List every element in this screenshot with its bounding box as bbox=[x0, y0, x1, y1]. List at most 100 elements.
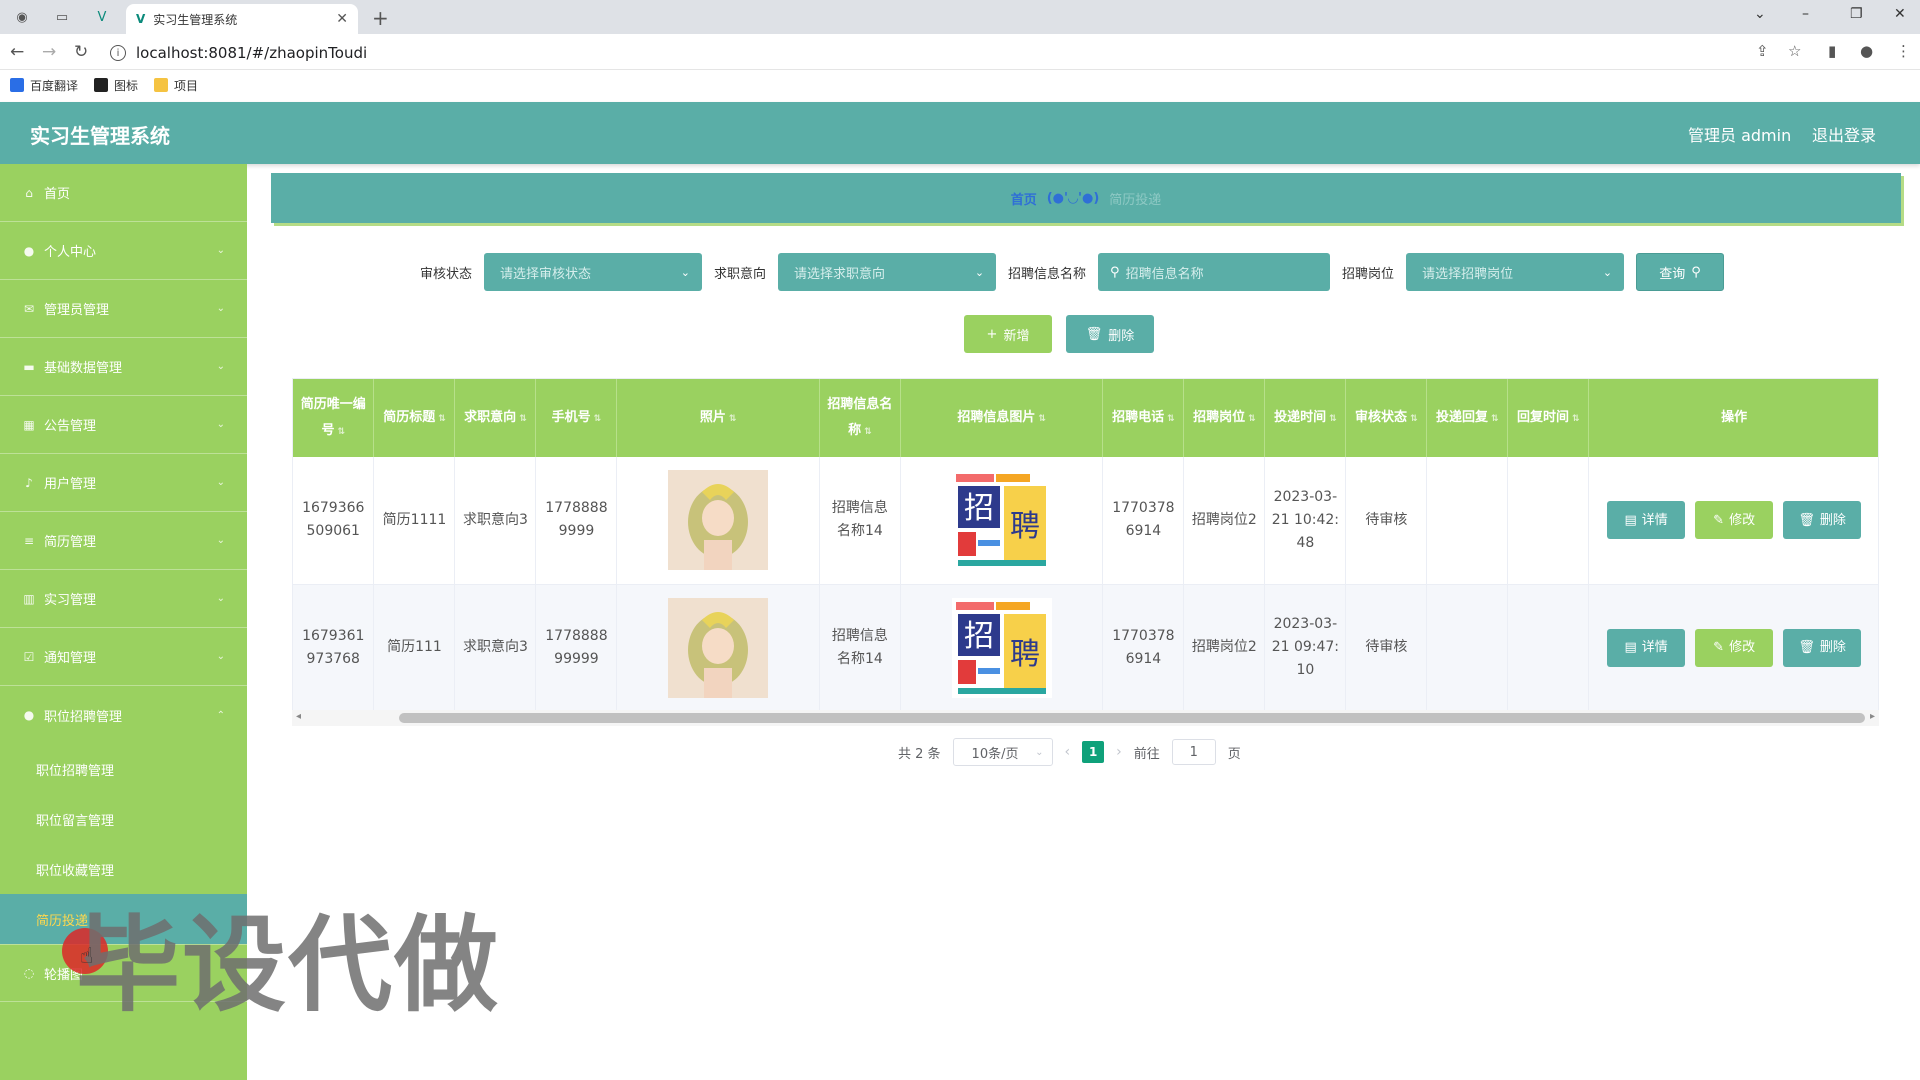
bookmark-item[interactable]: 图标 bbox=[94, 77, 138, 94]
data-table: 简历唯一编号 ⇅ 简历标题 ⇅ 求职意向 ⇅ 手机号 ⇅ 照片 ⇅ 招聘信息名称 ⇅ 招聘信… bbox=[292, 378, 1879, 726]
col-header-time[interactable]: 投递时间 ⇅ bbox=[1264, 379, 1347, 457]
back-icon[interactable]: ← bbox=[10, 42, 24, 62]
batch-delete-button[interactable]: 🗑 删除 bbox=[1066, 315, 1154, 353]
next-page-icon[interactable]: › bbox=[1116, 744, 1122, 760]
scroll-right-icon[interactable]: ▸ bbox=[1870, 711, 1875, 722]
reload-icon[interactable]: ↻ bbox=[74, 42, 88, 62]
sidebar-item-admin[interactable]: ✉ 管理员管理 ⌄ bbox=[0, 280, 247, 338]
delete-label: 删除 bbox=[1819, 640, 1846, 655]
breadcrumb-home[interactable]: 首页 bbox=[1011, 189, 1037, 208]
prev-page-icon[interactable]: ‹ bbox=[1065, 744, 1071, 760]
add-button[interactable]: + 新增 bbox=[964, 315, 1052, 353]
search-icon: ⚲ bbox=[1691, 264, 1701, 280]
sidebar-item-home[interactable]: ⌂ 首页 bbox=[0, 164, 247, 222]
pencil-icon: ✎ bbox=[1713, 512, 1725, 528]
sidebar-item-label: 职位招聘管理 bbox=[44, 709, 123, 725]
site-info-icon[interactable]: i bbox=[110, 45, 126, 61]
col-header-recruit-phone[interactable]: 招聘电话 ⇅ bbox=[1102, 379, 1185, 457]
page-size-select[interactable]: 10条/页 ⌄ bbox=[952, 738, 1053, 766]
new-tab-icon[interactable]: + bbox=[372, 6, 389, 30]
chevron-down-icon: ⌄ bbox=[216, 361, 225, 372]
scroll-left-icon[interactable]: ◂ bbox=[296, 711, 301, 722]
pagination: 共 2 条 10条/页 ⌄ ‹ 1 › 前往 1 页 bbox=[898, 738, 1241, 766]
sidebar-item-label: 公告管理 bbox=[44, 419, 97, 434]
sidebar-item-notice[interactable]: ▦ 公告管理 ⌄ bbox=[0, 396, 247, 454]
resume-photo[interactable] bbox=[668, 597, 769, 698]
close-tab-icon[interactable]: ✕ bbox=[336, 11, 348, 27]
chevron-down-icon: ⌄ bbox=[216, 651, 225, 662]
list-icon: ≡ bbox=[23, 533, 35, 548]
tab-search-icon[interactable]: ⌄ bbox=[1754, 6, 1766, 22]
goto-page-input[interactable]: 1 bbox=[1171, 739, 1216, 765]
cell-photo bbox=[616, 457, 820, 585]
scrollbar-thumb[interactable] bbox=[399, 713, 1865, 723]
edit-button[interactable]: ✎ 修改 bbox=[1695, 628, 1774, 667]
info-name-placeholder: 招聘信息名称 bbox=[1125, 266, 1204, 282]
carousel-icon: ◌ bbox=[23, 966, 35, 980]
horizontal-scrollbar[interactable]: ◂ ▸ bbox=[292, 710, 1879, 726]
edit-button[interactable]: ✎ 修改 bbox=[1695, 501, 1774, 540]
profile-icon[interactable]: ● bbox=[1860, 42, 1873, 60]
sidepanel-icon[interactable]: ▮ bbox=[1828, 42, 1836, 60]
logout-button[interactable]: 退出登录 bbox=[1812, 122, 1876, 146]
col-header-position[interactable]: 招聘岗位 ⇅ bbox=[1183, 379, 1266, 457]
url-field[interactable]: i localhost:8081/#/zhaopinToudi bbox=[110, 40, 1770, 66]
sort-icon: ⇅ bbox=[1248, 413, 1256, 424]
bookmark-item[interactable]: 百度翻译 bbox=[10, 77, 78, 94]
sidebar-item-users[interactable]: ♪ 用户管理 ⌄ bbox=[0, 454, 247, 512]
recruit-poster-image[interactable]: 招 聘 bbox=[951, 470, 1052, 571]
sidebar-item-label: 管理员管理 bbox=[44, 303, 110, 318]
col-header-status[interactable]: 审核状态 ⇅ bbox=[1345, 379, 1428, 457]
col-header-title[interactable]: 简历标题 ⇅ bbox=[373, 379, 456, 457]
chevron-down-icon: ⌄ bbox=[216, 245, 225, 256]
query-button[interactable]: 查询 ⚲ bbox=[1636, 253, 1725, 291]
bookmark-label: 图标 bbox=[114, 78, 139, 93]
col-header-intent[interactable]: 求职意向 ⇅ bbox=[454, 379, 537, 457]
detail-button[interactable]: ▤ 详情 bbox=[1607, 628, 1686, 667]
col-header-id[interactable]: 简历唯一编号 ⇅ bbox=[293, 379, 375, 457]
sidebar-item-resume[interactable]: ≡ 简历管理 ⌄ bbox=[0, 512, 247, 570]
vue-favicon-icon[interactable]: V bbox=[94, 9, 110, 25]
header-label: 投递时间 bbox=[1274, 409, 1327, 425]
page-number-current[interactable]: 1 bbox=[1082, 741, 1105, 763]
col-header-photo[interactable]: 照片 ⇅ bbox=[616, 379, 820, 457]
row-delete-button[interactable]: 🗑 删除 bbox=[1783, 628, 1862, 667]
more-menu-icon[interactable]: ⋮ bbox=[1896, 42, 1911, 60]
tab-strip-icon[interactable]: ▭ bbox=[54, 9, 70, 25]
resume-photo[interactable] bbox=[668, 470, 769, 571]
restore-icon[interactable]: ❐ bbox=[1850, 6, 1863, 22]
bookmark-item[interactable]: 项目 bbox=[154, 77, 198, 94]
col-header-reply[interactable]: 投递回复 ⇅ bbox=[1426, 379, 1509, 457]
address-bar: ← → ↻ i localhost:8081/#/zhaopinToudi ⇪ … bbox=[0, 34, 1920, 70]
sidebar-subitem-recruit-message[interactable]: 职位留言管理 bbox=[0, 794, 247, 844]
col-header-info-image[interactable]: 招聘信息图片 ⇅ bbox=[900, 379, 1104, 457]
svg-text:招: 招 bbox=[964, 491, 994, 526]
col-header-info-name[interactable]: 招聘信息名称 ⇅ bbox=[819, 379, 901, 457]
position-select[interactable]: 请选择招聘岗位 ⌄ bbox=[1406, 253, 1625, 291]
close-window-icon[interactable]: ✕ bbox=[1894, 6, 1906, 22]
share-icon[interactable]: ⇪ bbox=[1756, 42, 1769, 60]
browser-menu-icon[interactable]: ◉ bbox=[14, 9, 30, 25]
bookmark-star-icon[interactable]: ☆ bbox=[1788, 42, 1801, 60]
col-header-reply-time[interactable]: 回复时间 ⇅ bbox=[1507, 379, 1590, 457]
sort-icon: ⇅ bbox=[593, 413, 602, 424]
delete-button-label: 删除 bbox=[1108, 328, 1135, 344]
recruit-poster-image[interactable]: 招 聘 bbox=[951, 597, 1052, 698]
minimize-icon[interactable]: – bbox=[1802, 6, 1809, 22]
intent-select[interactable]: 请选择求职意向 ⌄ bbox=[778, 253, 997, 291]
sidebar-item-notification[interactable]: ☑ 通知管理 ⌄ bbox=[0, 628, 247, 686]
browser-tab-active[interactable]: V 实习生管理系统 ✕ bbox=[126, 4, 358, 34]
sidebar-item-personal[interactable]: ● 个人中心 ⌄ bbox=[0, 222, 247, 280]
sidebar-item-internship[interactable]: ▥ 实习管理 ⌄ bbox=[0, 570, 247, 628]
status-select[interactable]: 请选择审核状态 ⌄ bbox=[484, 253, 703, 291]
sidebar-subitem-recruit-manage[interactable]: 职位招聘管理 bbox=[0, 744, 247, 794]
sidebar-item-basedata[interactable]: ▬ 基础数据管理 ⌄ bbox=[0, 338, 247, 396]
col-header-phone[interactable]: 手机号 ⇅ bbox=[535, 379, 618, 457]
sidebar-item-label: 用户管理 bbox=[44, 477, 97, 492]
forward-icon[interactable]: → bbox=[42, 42, 56, 62]
info-name-input[interactable]: ⚲ 招聘信息名称 bbox=[1098, 253, 1331, 291]
detail-button[interactable]: ▤ 详情 bbox=[1607, 501, 1686, 540]
sort-icon: ⇅ bbox=[1572, 413, 1580, 424]
row-delete-button[interactable]: 🗑 删除 bbox=[1783, 501, 1862, 540]
sidebar-item-recruit[interactable]: ● 职位招聘管理 ⌃ bbox=[0, 686, 247, 744]
